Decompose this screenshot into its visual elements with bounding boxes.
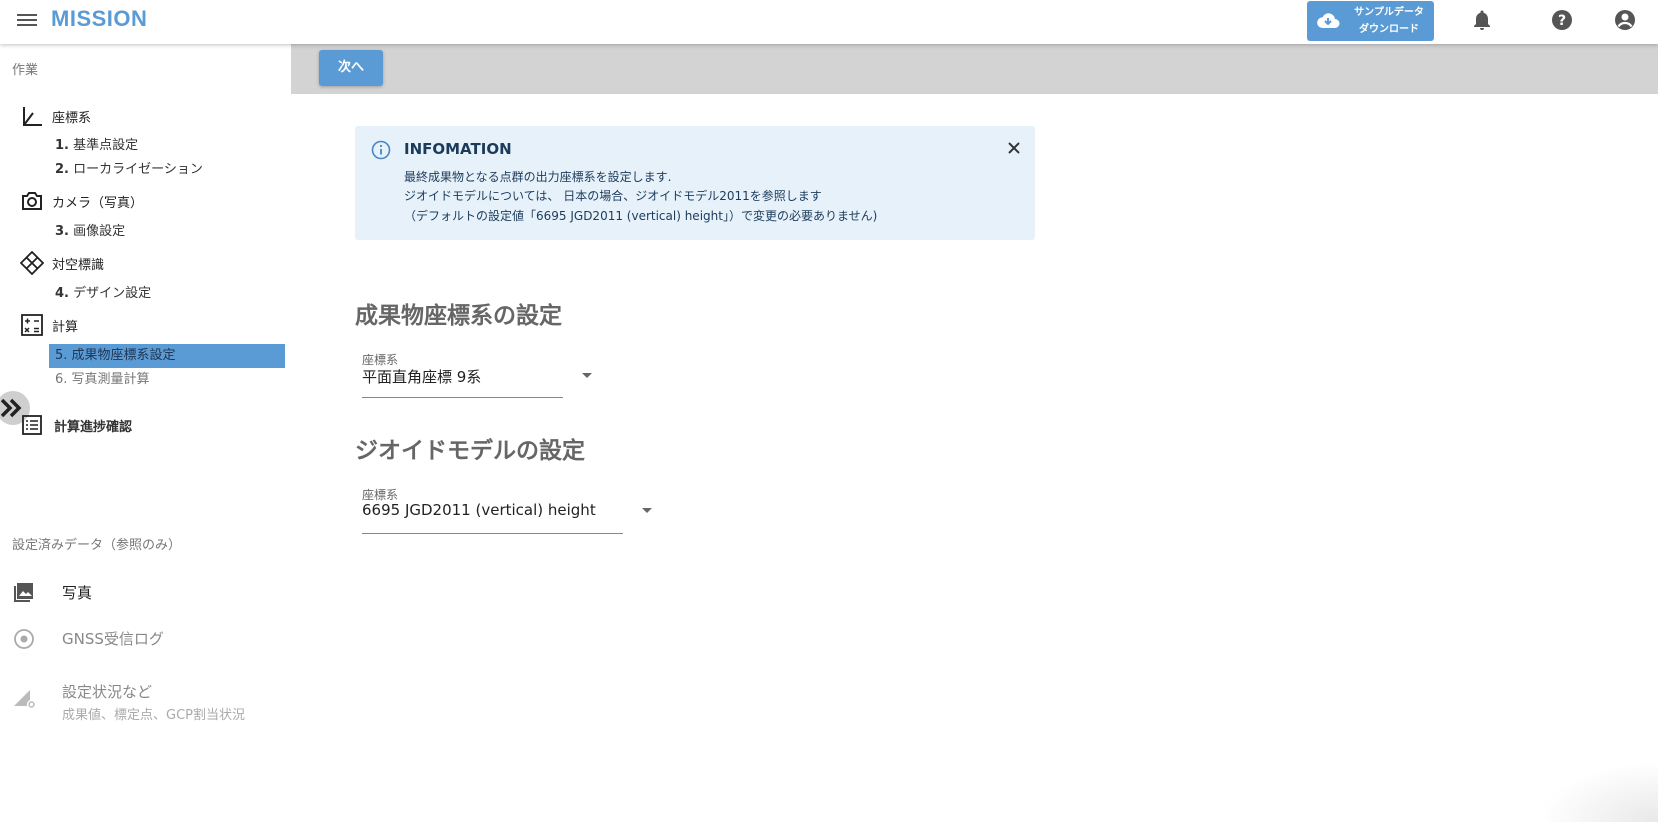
download-button-label: サンプルデータ ダウンロード xyxy=(1347,4,1431,38)
ref-item-settings-status[interactable]: 設定状況など 成果値、標定点、GCP割当状況 xyxy=(12,681,245,723)
settings-status-icon xyxy=(14,690,35,708)
svg-text:?: ? xyxy=(1558,13,1566,29)
help-icon[interactable]: ? xyxy=(1550,8,1574,32)
info-text-line: 最終成果物となる点群の出力座標系を設定します. xyxy=(404,170,672,184)
info-banner: INFOMATION 最終成果物となる点群の出力座標系を設定します. ジオイドモ… xyxy=(355,126,1035,240)
calculator-icon xyxy=(21,314,43,336)
cloud-download-icon xyxy=(1317,13,1340,28)
menu-icon[interactable] xyxy=(17,11,37,27)
account-icon[interactable] xyxy=(1613,8,1637,32)
target-marker-icon xyxy=(20,251,44,275)
step-label: 基準点設定 xyxy=(73,138,139,153)
app-header: MISSION サンプルデータ ダウンロード ? xyxy=(0,0,1658,44)
sidebar-group-calculation[interactable]: 計算 xyxy=(20,313,78,337)
step-label: 画像設定 xyxy=(73,224,126,239)
coordinate-axes-icon xyxy=(23,107,42,126)
output-crs-select[interactable]: 座標系 平面直角座標 9系 xyxy=(362,351,592,398)
step-number: 3. xyxy=(55,224,69,239)
sidebar-group-coordinate[interactable]: 座標系 xyxy=(20,104,91,128)
info-title: INFOMATION xyxy=(404,140,512,158)
progress-check-label: 計算進捗確認 xyxy=(54,419,133,435)
geoid-select[interactable]: 座標系 6695 JGD2011 (vertical) height xyxy=(362,486,652,534)
chevron-down-icon[interactable] xyxy=(582,373,592,378)
ref-section-label: 設定済みデータ（参照のみ） xyxy=(12,538,182,553)
bell-icon[interactable] xyxy=(1470,8,1494,32)
ref-item-title: GNSS受信ログ xyxy=(62,630,164,648)
sidebar-step-2[interactable]: 2. ローカライゼーション xyxy=(49,158,285,182)
ref-item-title: 写真 xyxy=(62,584,93,602)
download-label-line2: ダウンロード xyxy=(1359,24,1419,35)
info-icon xyxy=(371,140,391,160)
list-icon xyxy=(22,415,42,435)
work-section-label: 作業 xyxy=(12,63,39,78)
step-label: 成果物座標系設定 xyxy=(71,348,176,363)
ref-item-gnss[interactable]: GNSS受信ログ xyxy=(12,627,164,651)
step-number: 5. xyxy=(55,348,68,363)
step-label: 写真測量計算 xyxy=(71,372,150,387)
output-crs-heading: 成果物座標系の設定 xyxy=(355,303,562,329)
step-label: デザイン設定 xyxy=(73,286,152,301)
geoid-heading: ジオイドモデルの設定 xyxy=(355,438,585,464)
ref-item-title: 設定状況など xyxy=(62,683,153,701)
step-number: 6. xyxy=(55,372,68,387)
corner-shadow xyxy=(1538,762,1658,822)
sidebar-step-4[interactable]: 4. デザイン設定 xyxy=(49,282,285,306)
ref-item-photos[interactable]: 写真 xyxy=(12,580,92,604)
photo-library-icon xyxy=(14,583,33,602)
camera-icon xyxy=(22,192,42,210)
sidebar-group-marker[interactable]: 対空標識 xyxy=(20,251,104,275)
sidebar: 作業 座標系 1. 基準点設定 2. ローカライゼーション カメラ（写真） 3.… xyxy=(0,44,291,822)
ref-item-subtitle: 成果値、標定点、GCP割当状況 xyxy=(62,708,245,723)
step-label: ローカライゼーション xyxy=(73,162,203,177)
step-number: 1. xyxy=(55,138,69,153)
sidebar-step-6[interactable]: 6. 写真測量計算 xyxy=(49,368,285,392)
sidebar-group-camera[interactable]: カメラ（写真） xyxy=(20,189,143,213)
sidebar-group-label: 座標系 xyxy=(52,110,92,126)
sidebar-group-label: 対空標識 xyxy=(52,257,105,273)
info-text-line: ジオイドモデルについては、 日本の場合、ジオイドモデル2011を参照します xyxy=(404,189,822,203)
sidebar-group-label: カメラ（写真） xyxy=(52,195,144,211)
app-logo[interactable]: MISSION xyxy=(51,6,147,32)
action-toolbar: 次へ xyxy=(291,44,1658,94)
sidebar-progress-check[interactable]: 計算進捗確認 xyxy=(20,413,132,437)
sidebar-step-1[interactable]: 1. 基準点設定 xyxy=(49,134,285,158)
step-number: 4. xyxy=(55,286,69,301)
info-text-line: （デフォルトの設定値「6695 JGD2011 (vertical) heigh… xyxy=(404,209,878,223)
close-icon[interactable] xyxy=(1006,140,1022,156)
next-button[interactable]: 次へ xyxy=(319,50,383,86)
field-value: 6695 JGD2011 (vertical) height xyxy=(362,501,596,519)
field-underline xyxy=(362,397,563,398)
download-label-line1: サンプルデータ xyxy=(1354,7,1424,18)
chevron-down-icon[interactable] xyxy=(642,508,652,513)
sidebar-group-label: 計算 xyxy=(52,319,79,335)
field-value: 平面直角座標 9系 xyxy=(362,368,482,386)
field-underline xyxy=(362,533,623,534)
sidebar-step-5[interactable]: 5. 成果物座標系設定 xyxy=(49,344,285,368)
step-number: 2. xyxy=(55,162,69,177)
sidebar-step-3[interactable]: 3. 画像設定 xyxy=(49,220,285,244)
gnss-icon xyxy=(14,629,34,649)
sample-data-download-button[interactable]: サンプルデータ ダウンロード xyxy=(1307,1,1434,41)
